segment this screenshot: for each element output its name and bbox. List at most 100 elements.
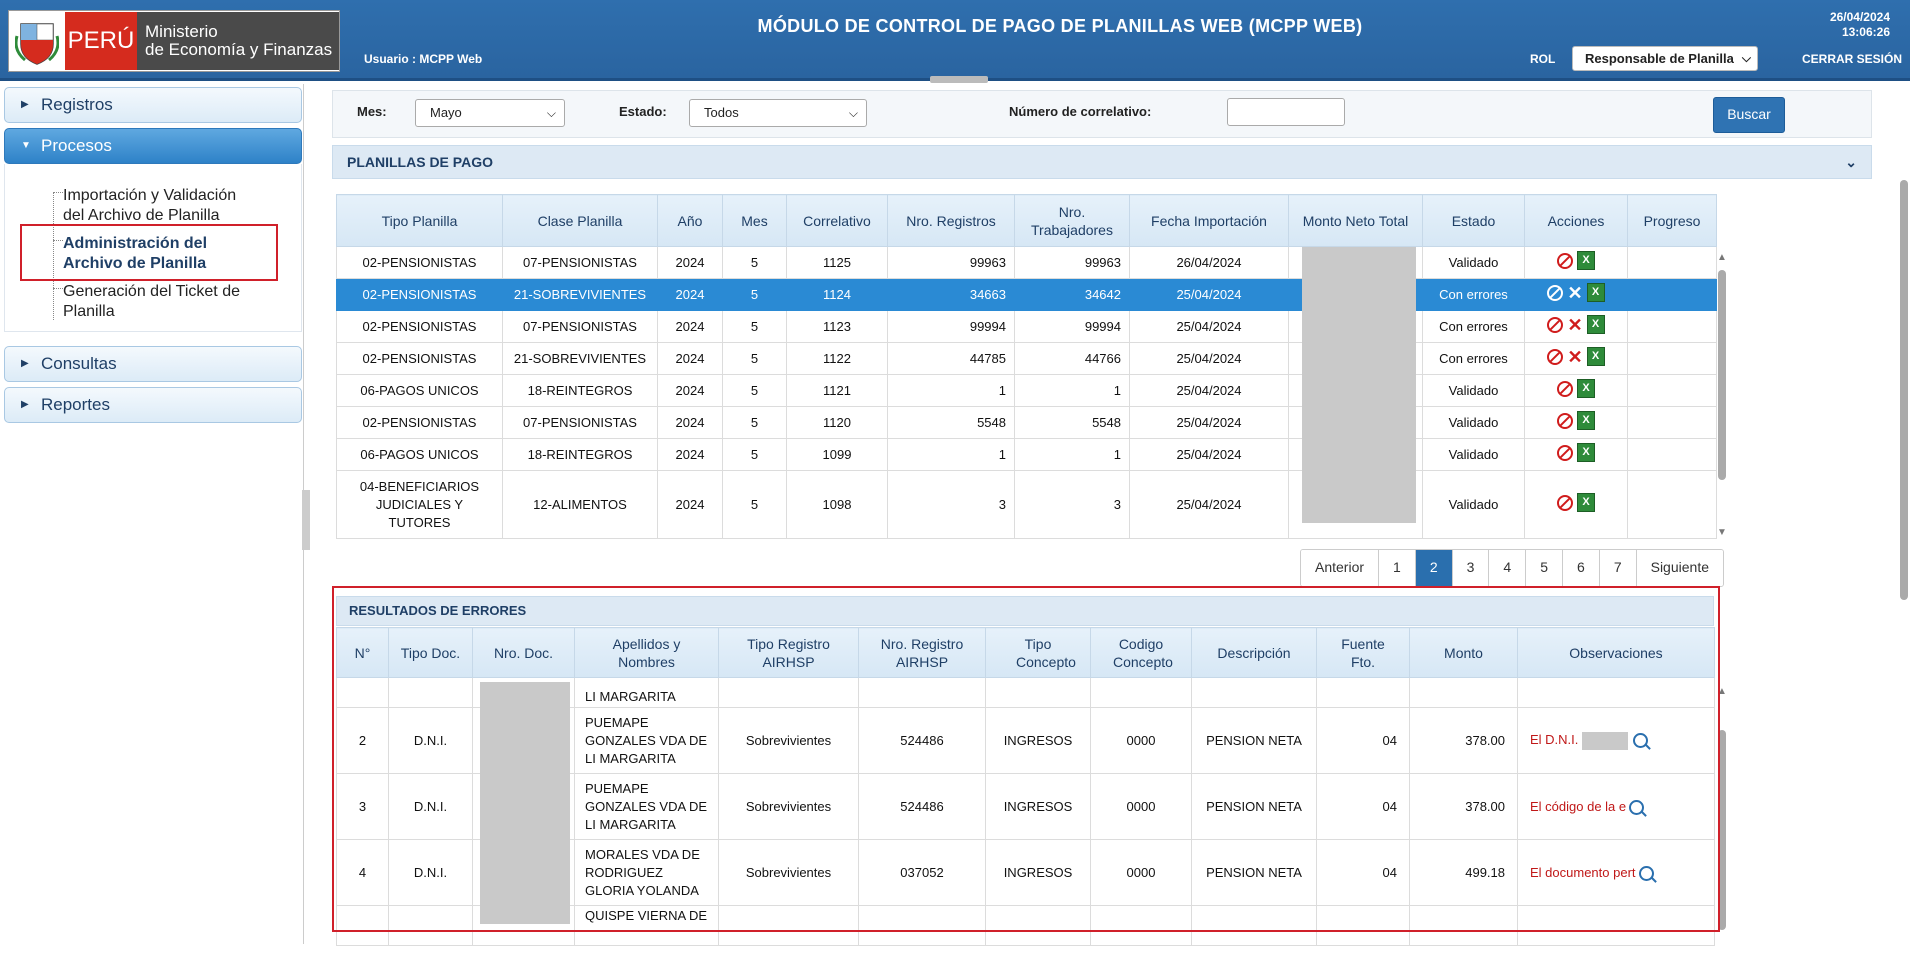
caret-right-icon: ▶ <box>21 399 29 410</box>
cell-anio: 2024 <box>657 278 723 311</box>
cancel-icon[interactable] <box>1547 348 1564 365</box>
column-header[interactable]: Correlativo <box>786 194 888 247</box>
cell-progreso <box>1627 406 1717 439</box>
table-row[interactable]: 04-BENEFICIARIOS JUDICIALES Y TUTORES 12-… <box>336 470 1717 539</box>
table-row[interactable]: 02-PENSIONISTAS 07-PENSIONISTAS 2024 5 1123 9… <box>336 310 1717 343</box>
column-header[interactable]: Tipo Planilla <box>336 194 503 247</box>
column-header[interactable]: Acciones <box>1524 194 1628 247</box>
column-header[interactable]: Progreso <box>1627 194 1717 247</box>
cell-nro-registros: 44785 <box>887 342 1015 375</box>
mef-logo: PERÚ Ministerio de Economía y Finanzas <box>8 10 340 72</box>
mes-select[interactable]: Mayo ⌵ <box>415 99 565 127</box>
column-header[interactable]: Año <box>657 194 723 247</box>
column-header[interactable]: Monto Neto Total <box>1288 194 1423 247</box>
excel-icon[interactable]: X <box>1577 493 1595 513</box>
cell-fecha-importacion: 25/04/2024 <box>1129 470 1289 539</box>
pager-page[interactable]: 3 <box>1452 550 1490 586</box>
cell-mes: 5 <box>722 310 787 343</box>
sidebar-section-reportes[interactable]: ▶ Reportes <box>4 387 302 423</box>
cancel-icon[interactable] <box>1557 252 1573 269</box>
cancel-icon[interactable] <box>1547 284 1564 301</box>
cancel-icon[interactable] <box>1557 444 1573 461</box>
pager-page-current[interactable]: 2 <box>1415 550 1453 586</box>
cell-nro-registros: 99994 <box>887 310 1015 343</box>
pager-page[interactable]: 1 <box>1379 550 1416 586</box>
column-header[interactable]: Mes <box>722 194 787 247</box>
table-row[interactable]: 02-PENSIONISTAS 21-SOBREVIVIENTES 2024 5 112… <box>336 342 1717 375</box>
cell-anio: 2024 <box>657 342 723 375</box>
planillas-scrollbar[interactable]: ▲ ▼ <box>1716 252 1728 538</box>
sidebar-section-registros[interactable]: ▶ Registros <box>4 87 302 123</box>
pager-page[interactable]: 6 <box>1563 550 1600 586</box>
cell-fecha-importacion: 25/04/2024 <box>1129 278 1289 311</box>
cell-correlativo: 1098 <box>786 470 888 539</box>
table-row[interactable]: 02-PENSIONISTAS 21-SOBREVIVIENTES 2024 5 112… <box>336 278 1717 311</box>
cancel-icon[interactable] <box>1557 494 1573 511</box>
column-header[interactable]: Nro. Registros <box>887 194 1015 247</box>
excel-icon[interactable]: X <box>1586 315 1605 335</box>
cell-clase-planilla: 07-PENSIONISTAS <box>502 406 658 439</box>
cell-correlativo: 1120 <box>786 406 888 439</box>
app-title: MÓDULO DE CONTROL DE PAGO DE PLANILLAS W… <box>757 16 1363 36</box>
cancel-icon[interactable] <box>1547 316 1564 333</box>
delete-icon[interactable]: ✕ <box>1567 316 1582 334</box>
column-header[interactable]: Estado <box>1422 194 1525 247</box>
estado-label: Estado: <box>619 104 667 119</box>
planillas-panel-header[interactable]: PLANILLAS DE PAGO ⌄ <box>332 145 1872 179</box>
sidebar-item-importacion[interactable]: Importación y Validación del Archivo de … <box>63 186 236 226</box>
table-row[interactable]: 06-PAGOS UNICOS 18-REINTEGROS 2024 5 1121 1 1 2… <box>336 374 1717 407</box>
sidebar-section-consultas[interactable]: ▶ Consultas <box>4 346 302 382</box>
logout-link[interactable]: CERRAR SESIÓN <box>1802 52 1902 66</box>
column-header[interactable]: Nro. Trabajadores <box>1014 194 1130 247</box>
sidebar-item-generacion-ticket[interactable]: Generación del Ticket de Planilla <box>63 282 240 322</box>
table-row[interactable]: 02-PENSIONISTAS 07-PENSIONISTAS 2024 5 1120 5… <box>336 406 1717 439</box>
table-row[interactable]: 02-PENSIONISTAS 07-PENSIONISTAS 2024 5 1125 9… <box>336 246 1717 279</box>
rol-select[interactable]: Responsable de Planilla ⌵ <box>1572 46 1758 71</box>
cancel-icon[interactable] <box>1557 380 1573 397</box>
delete-icon[interactable]: ✕ <box>1567 284 1582 302</box>
excel-icon[interactable]: X <box>1577 251 1595 271</box>
scroll-down-icon[interactable]: ▼ <box>1716 527 1728 538</box>
sidebar-resize-handle[interactable] <box>302 490 310 550</box>
cell-acciones: X <box>1524 406 1628 439</box>
sidebar-item-line1: Generación del Ticket de <box>63 283 240 300</box>
tree-tick <box>53 288 63 289</box>
excel-icon[interactable]: X <box>1577 443 1595 463</box>
pager-next[interactable]: Siguiente <box>1636 550 1723 586</box>
sidebar-section-label: Registros <box>41 95 113 114</box>
excel-icon[interactable]: X <box>1586 347 1605 367</box>
page-scrollbar[interactable] <box>1900 180 1908 600</box>
correlativo-input[interactable] <box>1227 98 1345 126</box>
cell-tipo-planilla: 02-PENSIONISTAS <box>336 310 503 343</box>
cell-acciones: X <box>1524 246 1628 279</box>
cell-progreso <box>1627 342 1717 375</box>
pager-page[interactable]: 4 <box>1489 550 1527 586</box>
cell-progreso <box>1627 438 1717 471</box>
pager-page[interactable]: 7 <box>1599 550 1637 586</box>
delete-icon[interactable]: ✕ <box>1567 348 1582 366</box>
highlight-box-errores <box>332 586 1720 932</box>
scroll-up-icon[interactable]: ▲ <box>1716 252 1728 263</box>
cell-mes: 5 <box>722 278 787 311</box>
cell-nro-registros: 1 <box>887 438 1015 471</box>
buscar-button[interactable]: Buscar <box>1713 97 1785 133</box>
table-row[interactable]: 06-PAGOS UNICOS 18-REINTEGROS 2024 5 1099 1 1 2… <box>336 438 1717 471</box>
estado-select[interactable]: Todos ⌵ <box>689 99 867 127</box>
excel-icon[interactable]: X <box>1577 411 1595 431</box>
excel-icon[interactable]: X <box>1577 379 1595 399</box>
column-header[interactable]: Fecha Importación <box>1129 194 1289 247</box>
pager-prev[interactable]: Anterior <box>1301 550 1380 586</box>
cell-estado: Validado <box>1422 246 1525 279</box>
scroll-thumb[interactable] <box>1718 270 1726 480</box>
cell-clase-planilla: 07-PENSIONISTAS <box>502 310 658 343</box>
excel-icon[interactable]: X <box>1586 283 1605 303</box>
cell-fecha-importacion: 25/04/2024 <box>1129 406 1289 439</box>
pager-page[interactable]: 5 <box>1526 550 1564 586</box>
collapse-handle[interactable] <box>930 76 988 83</box>
cell-tipo-planilla: 06-PAGOS UNICOS <box>336 438 503 471</box>
cancel-icon[interactable] <box>1557 412 1573 429</box>
sidebar-section-procesos[interactable]: ▼ Procesos <box>4 128 302 164</box>
column-header[interactable]: Clase Planilla <box>502 194 658 247</box>
planillas-table: Tipo Planilla Clase Planilla Año Mes Cor… <box>336 194 1717 539</box>
date-text: 26/04/2024 <box>1829 10 1890 24</box>
